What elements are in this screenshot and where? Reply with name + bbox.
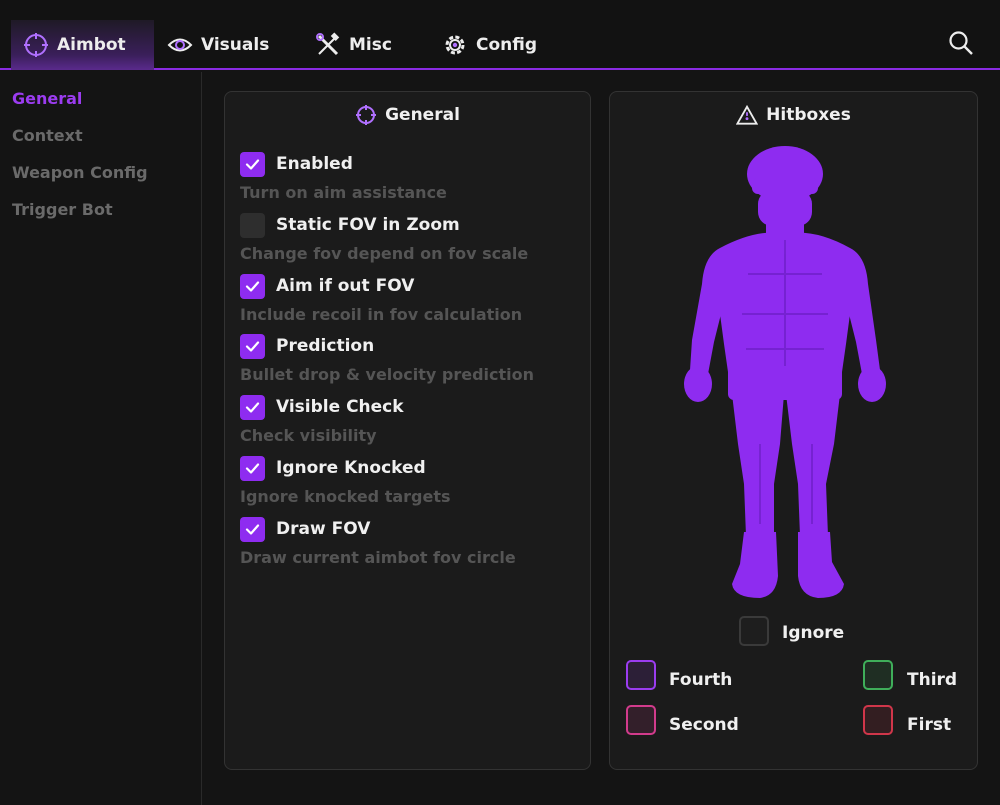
hitbox-third-checkbox[interactable] bbox=[863, 660, 893, 690]
option-label[interactable]: Aim if out FOV bbox=[276, 276, 414, 296]
option-description: Bullet drop & velocity prediction bbox=[240, 365, 535, 385]
hitboxes-panel: Hitboxes Ignore Fourth Third Second Firs… bbox=[609, 91, 978, 770]
option-checkbox[interactable] bbox=[240, 212, 265, 238]
option-description: Check visibility bbox=[240, 426, 377, 446]
top-nav: Aimbot Visuals Misc Config bbox=[0, 0, 1000, 70]
sidebar-item-weapon-config[interactable]: Weapon Config bbox=[12, 163, 148, 182]
eye-icon bbox=[167, 38, 193, 52]
checkmark-icon bbox=[245, 524, 260, 535]
sidebar-item-context[interactable]: Context bbox=[12, 126, 83, 145]
option-description: Turn on aim assistance bbox=[240, 183, 447, 202]
option-checkbox[interactable] bbox=[240, 273, 265, 299]
option-checkbox[interactable] bbox=[240, 152, 265, 177]
tab-label: Misc bbox=[349, 35, 392, 55]
option-label[interactable]: Draw FOV bbox=[276, 519, 370, 539]
sidebar: General Context Weapon Config Trigger Bo… bbox=[0, 72, 202, 805]
option-label[interactable]: Enabled bbox=[276, 154, 353, 174]
tab-visuals[interactable]: Visuals bbox=[155, 20, 281, 70]
hitbox-first-checkbox[interactable] bbox=[863, 705, 893, 735]
option-description: Draw current aimbot fov circle bbox=[240, 547, 516, 567]
option-label[interactable]: Static FOV in Zoom bbox=[276, 215, 460, 235]
panel-title: Hitboxes bbox=[610, 104, 977, 126]
hitbox-ignore-label: Ignore bbox=[782, 623, 845, 643]
tools-icon bbox=[316, 32, 340, 56]
checkmark-icon bbox=[245, 341, 260, 352]
hitbox-ignore-checkbox[interactable] bbox=[739, 616, 769, 646]
panel-title: General bbox=[225, 104, 590, 126]
option-label[interactable]: Prediction bbox=[276, 336, 374, 356]
option-checkbox[interactable] bbox=[240, 516, 265, 542]
tab-label: Aimbot bbox=[57, 35, 126, 55]
sidebar-item-trigger-bot[interactable]: Trigger Bot bbox=[12, 200, 113, 219]
panel-title-text: Hitboxes bbox=[766, 105, 851, 125]
general-panel: General Enabled Turn on aim assistance Sta… bbox=[224, 91, 591, 770]
tab-label: Config bbox=[476, 35, 538, 55]
crosshair-icon bbox=[356, 105, 377, 125]
option-checkbox[interactable] bbox=[240, 334, 265, 360]
hitbox-second-checkbox[interactable] bbox=[626, 705, 656, 735]
option-description: Include recoil in fov calculation bbox=[240, 304, 523, 324]
tab-aimbot[interactable]: Aimbot bbox=[11, 20, 154, 70]
checkmark-icon bbox=[245, 463, 260, 474]
checkmark-icon bbox=[245, 280, 260, 292]
checkmark-icon bbox=[245, 159, 260, 170]
option-checkbox[interactable] bbox=[240, 395, 265, 421]
panel-title-text: General bbox=[385, 105, 460, 125]
gear-icon bbox=[445, 35, 465, 55]
tab-misc[interactable]: Misc bbox=[303, 20, 404, 70]
hitbox-fourth-checkbox[interactable] bbox=[626, 660, 656, 690]
hitbox-first-label: First bbox=[907, 715, 952, 735]
option-description: Ignore knocked targets bbox=[240, 487, 451, 506]
soldier-figure bbox=[684, 146, 886, 598]
hitbox-second-label: Second bbox=[669, 715, 739, 735]
warning-triangle-icon bbox=[736, 104, 759, 125]
checkmark-icon bbox=[245, 402, 260, 413]
search-icon[interactable] bbox=[948, 30, 974, 56]
tab-label: Visuals bbox=[201, 35, 270, 55]
option-label[interactable]: Visible Check bbox=[276, 397, 404, 417]
option-label[interactable]: Ignore Knocked bbox=[276, 458, 426, 478]
crosshair-icon bbox=[24, 33, 48, 57]
option-description: Change fov depend on fov scale bbox=[240, 243, 529, 263]
hitbox-third-label: Third bbox=[907, 670, 958, 690]
hitbox-fourth-label: Fourth bbox=[669, 670, 733, 690]
option-checkbox[interactable] bbox=[240, 456, 265, 481]
sidebar-item-general[interactable]: General bbox=[12, 89, 82, 108]
tab-config[interactable]: Config bbox=[430, 20, 549, 70]
